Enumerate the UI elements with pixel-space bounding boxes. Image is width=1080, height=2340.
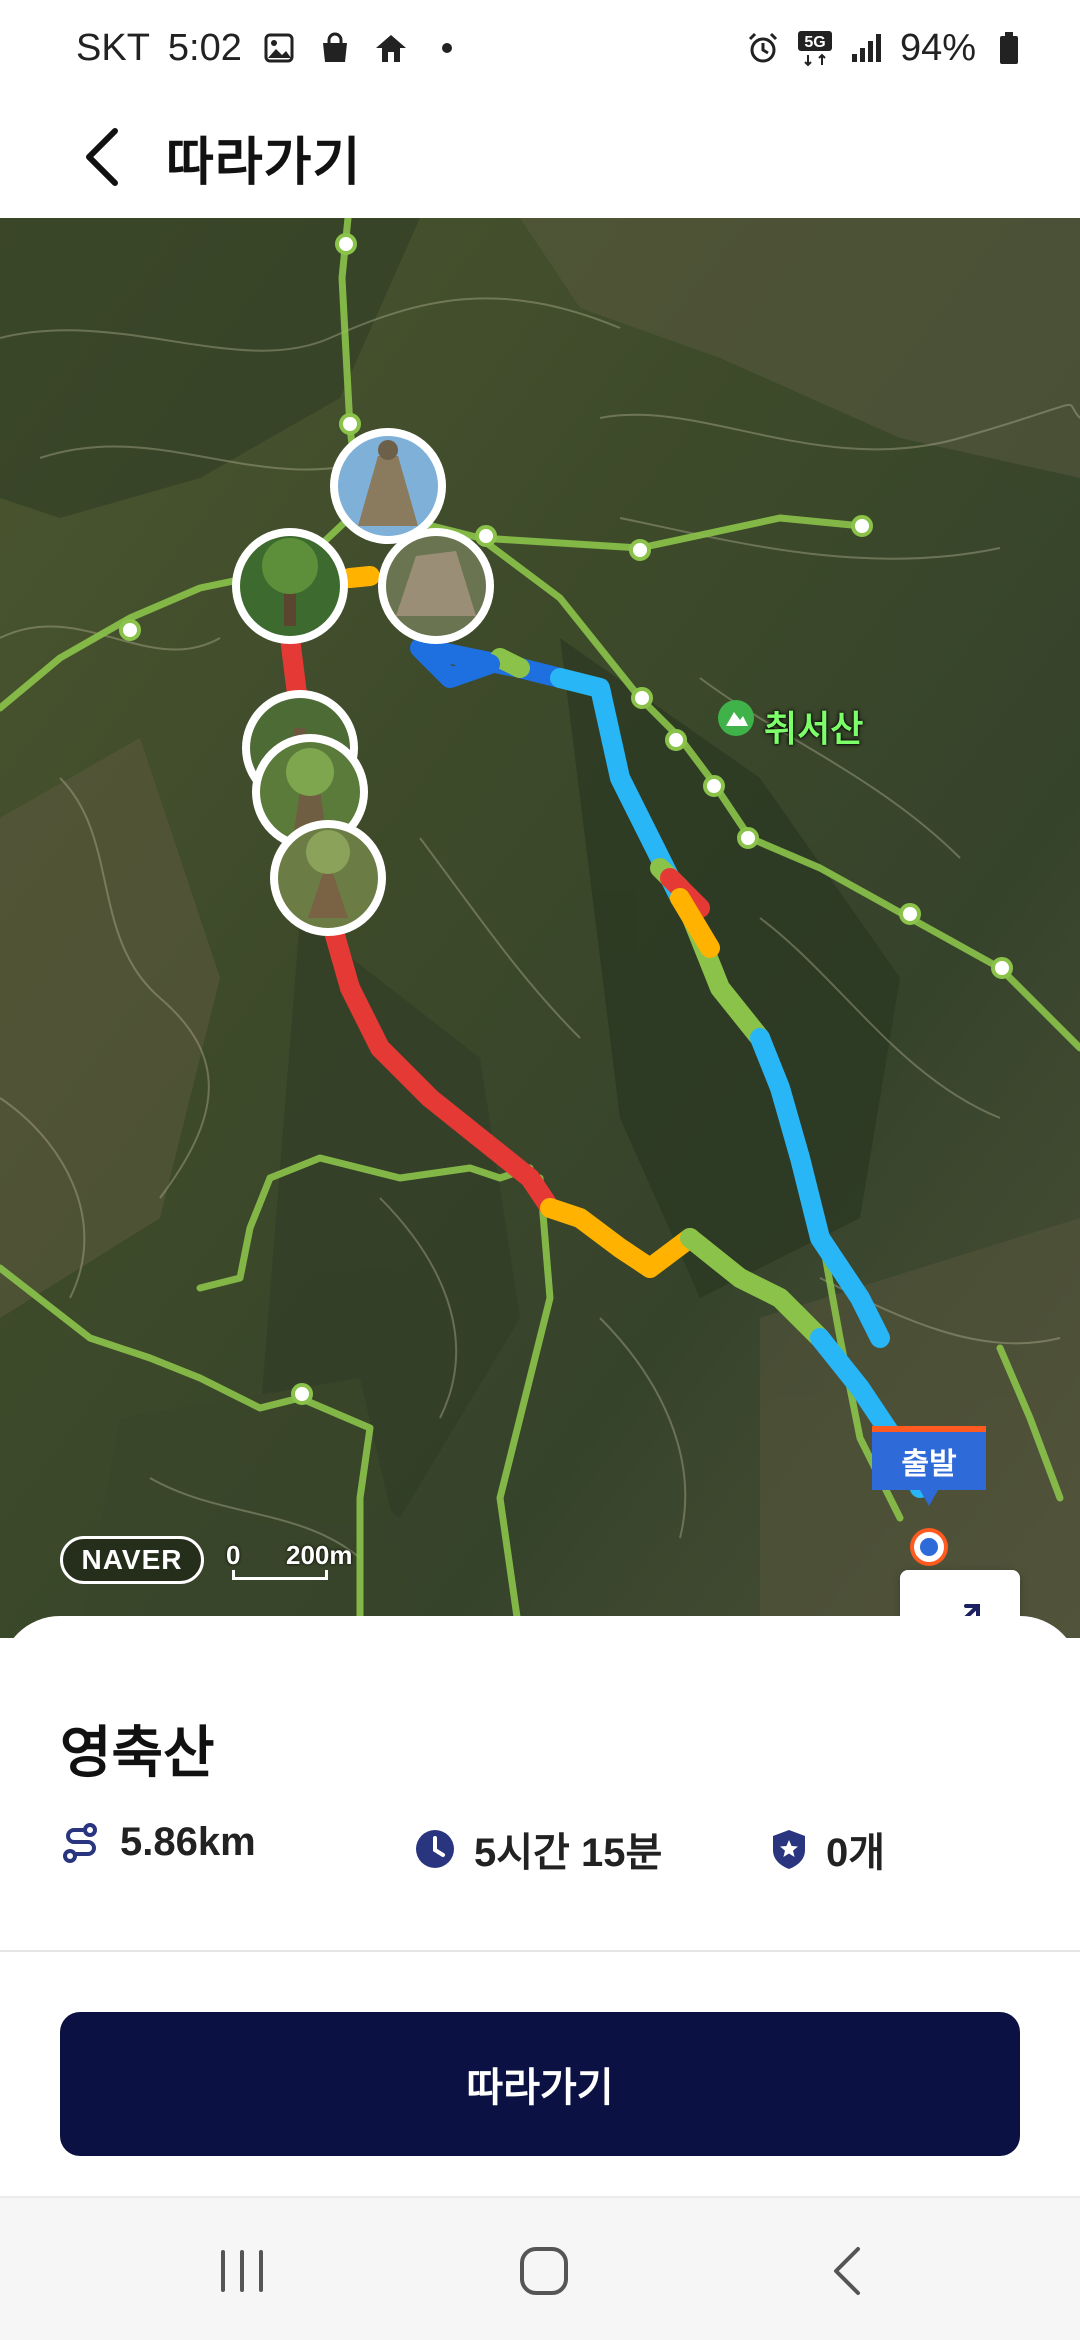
clock: 5:02	[167, 26, 242, 69]
course-name: 영축산	[60, 1721, 215, 1784]
badge-stat: 0개	[770, 1820, 885, 1878]
gallery-icon	[260, 29, 298, 67]
alarm-icon	[744, 29, 782, 67]
photo-marker[interactable]	[378, 528, 494, 644]
route-distance-icon	[63, 1822, 97, 1863]
photo-marker[interactable]	[270, 820, 386, 936]
back-button[interactable]	[62, 118, 140, 196]
back-icon	[834, 2247, 860, 2295]
badge-shield-icon	[773, 1830, 805, 1869]
photo-marker[interactable]	[330, 428, 446, 544]
map-scale: 0 200m	[226, 1536, 356, 1586]
badge-count: 0개	[826, 1831, 886, 1875]
start-marker-label: 출발	[872, 1426, 986, 1506]
system-back-button[interactable]	[788, 2226, 908, 2316]
app-icon	[372, 29, 410, 67]
shopping-bag-icon	[316, 29, 354, 67]
start-point	[914, 1532, 944, 1562]
course-info-sheet: 영축산 5.86km 5시간 15분 0개 따라가기	[0, 1616, 1080, 2198]
battery-percent: 94%	[899, 26, 976, 69]
system-nav-bar	[0, 2196, 1080, 2340]
follow-button[interactable]: 따라가기	[60, 2012, 1020, 2156]
status-bar: SKT 5:02 5G 94%	[0, 0, 1080, 96]
distance-stat: 5.86km	[60, 1820, 256, 1865]
signal-icon	[848, 29, 886, 67]
page-title: 따라가기	[166, 134, 362, 192]
chevron-left-icon	[86, 128, 118, 186]
duration-stat: 5시간 15분	[414, 1820, 662, 1878]
app-header: 따라가기	[0, 96, 1080, 218]
5g-icon: 5G	[796, 29, 834, 67]
status-right: 5G 94%	[744, 27, 1028, 70]
recent-apps-icon	[221, 2250, 263, 2292]
mountain-peak-icon	[718, 700, 754, 736]
dot-icon	[428, 29, 466, 67]
carrier: SKT	[76, 26, 150, 69]
home-icon	[520, 2247, 568, 2295]
status-left: SKT 5:02	[76, 27, 466, 70]
naver-logo: NAVER	[60, 1536, 204, 1584]
scale-distance: 200m	[286, 1540, 353, 1570]
recent-apps-button[interactable]	[182, 2226, 302, 2316]
battery-icon	[990, 29, 1028, 67]
clock-icon	[416, 1830, 454, 1868]
home-button[interactable]	[484, 2226, 604, 2316]
satellite-map	[0, 218, 1080, 1638]
photo-marker[interactable]	[232, 528, 348, 644]
scale-bar	[232, 1570, 328, 1580]
scale-zero: 0	[226, 1540, 241, 1570]
distance-value: 5.86km	[120, 1820, 256, 1864]
section-divider	[0, 1950, 1080, 1952]
peak-label: 취서산	[764, 708, 864, 749]
map-view[interactable]: 취서산 출발 NAVER 0 200m	[0, 218, 1080, 1638]
duration-value: 5시간 15분	[474, 1831, 663, 1875]
network-label: 5G	[804, 34, 825, 51]
